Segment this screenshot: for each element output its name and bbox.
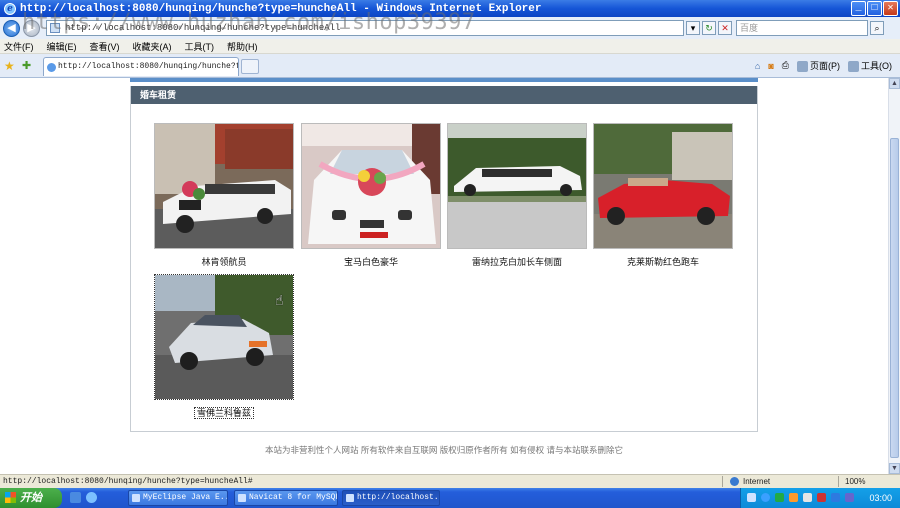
forward-button[interactable]: ▶ (23, 19, 40, 37)
page-menu[interactable]: 页面(P) (797, 59, 840, 73)
system-tray: 03:00 (740, 488, 900, 508)
tray-volume-icon[interactable] (803, 493, 812, 502)
vertical-scrollbar[interactable]: ▲ ▼ (888, 78, 900, 474)
status-url: http://localhost:8080/hunqing/hunche?typ… (3, 477, 253, 486)
tray-antivirus-icon[interactable] (775, 493, 784, 502)
zoom-level[interactable]: 100% (845, 475, 865, 488)
car-caption[interactable]: 雷纳拉克白加长车侧面 (447, 255, 587, 268)
tab-row: ★ ✚ http://localhost:8080/hunqing/hunche… (0, 54, 900, 78)
status-bar: http://localhost:8080/hunqing/hunche?typ… (0, 474, 900, 488)
page-icon (50, 23, 60, 33)
refresh-button[interactable]: ↻ (702, 21, 716, 35)
taskbar: 开始 MyEclipse Java E... Navicat 8 for MyS… (0, 488, 900, 508)
lincoln-limo-image (155, 124, 293, 248)
taskbar-button-navicat[interactable]: Navicat 8 for MySQL (234, 490, 338, 506)
feeds-icon[interactable]: ◙ (768, 61, 773, 71)
tray-update-icon[interactable] (831, 493, 840, 502)
car-caption[interactable]: 宝马白色豪华 (301, 255, 441, 268)
tray-network-icon[interactable] (761, 493, 770, 502)
tools-menu[interactable]: 工具(O) (848, 59, 892, 73)
car-photo[interactable] (593, 123, 733, 249)
page-footer: 本站为非营利性个人网站 所有软件来自互联网 版权归原作者所有 如有侵权 请与本站… (265, 445, 623, 455)
menu-edit[interactable]: 编辑(E) (47, 40, 77, 53)
car-card[interactable]: 宝马白色豪华 (301, 123, 441, 268)
tab-title: http://localhost:8080/hunqing/hunche?typ… (58, 62, 239, 71)
show-desktop-icon[interactable] (70, 492, 81, 503)
maximize-button[interactable]: □ (867, 1, 882, 16)
browser-tab[interactable]: http://localhost:8080/hunqing/hunche?typ… (43, 57, 239, 76)
white-limo-side-image (448, 124, 586, 248)
tray-app-icon[interactable] (789, 493, 798, 502)
bmw-white-image (302, 124, 440, 248)
tab-page-icon (47, 63, 56, 72)
tools-menu-label: 工具(O) (861, 61, 892, 71)
section-title: 婚车租赁 (131, 86, 757, 104)
search-input[interactable]: 百度 (736, 20, 868, 36)
ie-quicklaunch-icon[interactable] (86, 492, 97, 503)
menu-help[interactable]: 帮助(H) (227, 40, 258, 53)
tray-misc-icon[interactable] (845, 493, 854, 502)
address-toolbar: ◀ ▶ http://localhost:8080/hunqing/hunche… (0, 17, 900, 39)
car-card[interactable]: 雪佛兰科鲁兹 (154, 274, 294, 419)
add-favorite-icon[interactable]: ✚ (22, 59, 31, 72)
scroll-up-arrow-icon[interactable]: ▲ (889, 78, 900, 89)
menu-tools[interactable]: 工具(T) (185, 40, 215, 53)
stop-button[interactable]: ✕ (718, 21, 732, 35)
silver-sedan-image (155, 275, 293, 399)
ie-logo-icon: e (4, 2, 16, 15)
car-card[interactable]: 林肯领航员 (154, 123, 294, 268)
menu-file[interactable]: 文件(F) (4, 40, 34, 53)
scroll-thumb[interactable] (890, 138, 899, 458)
favorites-star-icon[interactable]: ★ (4, 59, 15, 73)
page-menu-icon (797, 61, 808, 73)
red-convertible-image (594, 124, 732, 248)
title-bar: e http://localhost:8080/hunqing/hunche?t… (0, 0, 900, 17)
start-button[interactable]: 开始 (0, 488, 62, 508)
tray-alert-icon[interactable] (817, 493, 826, 502)
menu-view[interactable]: 查看(V) (90, 40, 120, 53)
car-photo[interactable] (154, 274, 294, 400)
minimize-button[interactable]: _ (851, 1, 866, 16)
close-button[interactable]: ✕ (883, 1, 898, 16)
taskbar-clock: 03:00 (869, 493, 892, 503)
mouse-cursor-icon: ☝ (275, 292, 284, 308)
search-icon[interactable]: ⌕ (870, 21, 884, 35)
car-photo[interactable] (154, 123, 294, 249)
car-caption[interactable]: 林肯领航员 (154, 255, 294, 268)
address-url: http://localhost:8080/hunqing/hunche?typ… (65, 23, 341, 33)
car-card[interactable]: 克莱斯勒红色跑车 (593, 123, 733, 268)
car-caption-text[interactable]: 雪佛兰科鲁兹 (193, 407, 254, 419)
scroll-down-arrow-icon[interactable]: ▼ (889, 463, 900, 474)
car-card[interactable]: 雷纳拉克白加长车侧面 (447, 123, 587, 268)
search-placeholder: 百度 (740, 23, 759, 33)
security-zone: Internet (730, 475, 770, 488)
top-accent-bar (130, 78, 758, 82)
home-icon[interactable]: ⌂ (755, 61, 760, 71)
car-photo[interactable] (447, 123, 587, 249)
new-tab-button[interactable] (241, 59, 259, 74)
page-viewport: 婚车租赁 林肯领航员 宝马白色豪华 雷纳拉克白加长车侧面 克莱斯勒红色跑车 雪佛… (0, 78, 888, 474)
car-caption[interactable]: 克莱斯勒红色跑车 (593, 255, 733, 268)
status-divider (838, 476, 839, 487)
taskbar-button-myeclipse[interactable]: MyEclipse Java E... (128, 490, 228, 506)
tools-gear-icon (848, 61, 859, 73)
content-panel: 婚车租赁 林肯领航员 宝马白色豪华 雷纳拉克白加长车侧面 克莱斯勒红色跑车 雪佛… (130, 86, 758, 432)
print-icon[interactable]: ⎙ (782, 60, 789, 71)
menu-favorites[interactable]: 收藏夹(A) (133, 40, 172, 53)
window-title: http://localhost:8080/hunqing/hunche?typ… (20, 2, 542, 15)
page-menu-label: 页面(P) (810, 61, 840, 71)
menu-bar: 文件(F) 编辑(E) 查看(V) 收藏夹(A) 工具(T) 帮助(H) (0, 39, 900, 54)
address-dropdown-button[interactable]: ▾ (686, 21, 700, 35)
taskbar-button-ie[interactable]: http://localhost... (342, 490, 440, 506)
tray-language-icon[interactable] (747, 493, 756, 502)
address-input[interactable]: http://localhost:8080/hunqing/hunche?typ… (46, 20, 684, 36)
car-photo[interactable] (301, 123, 441, 249)
back-button[interactable]: ◀ (3, 19, 20, 37)
car-caption[interactable]: 雪佛兰科鲁兹 (154, 406, 294, 419)
status-divider (722, 476, 723, 487)
